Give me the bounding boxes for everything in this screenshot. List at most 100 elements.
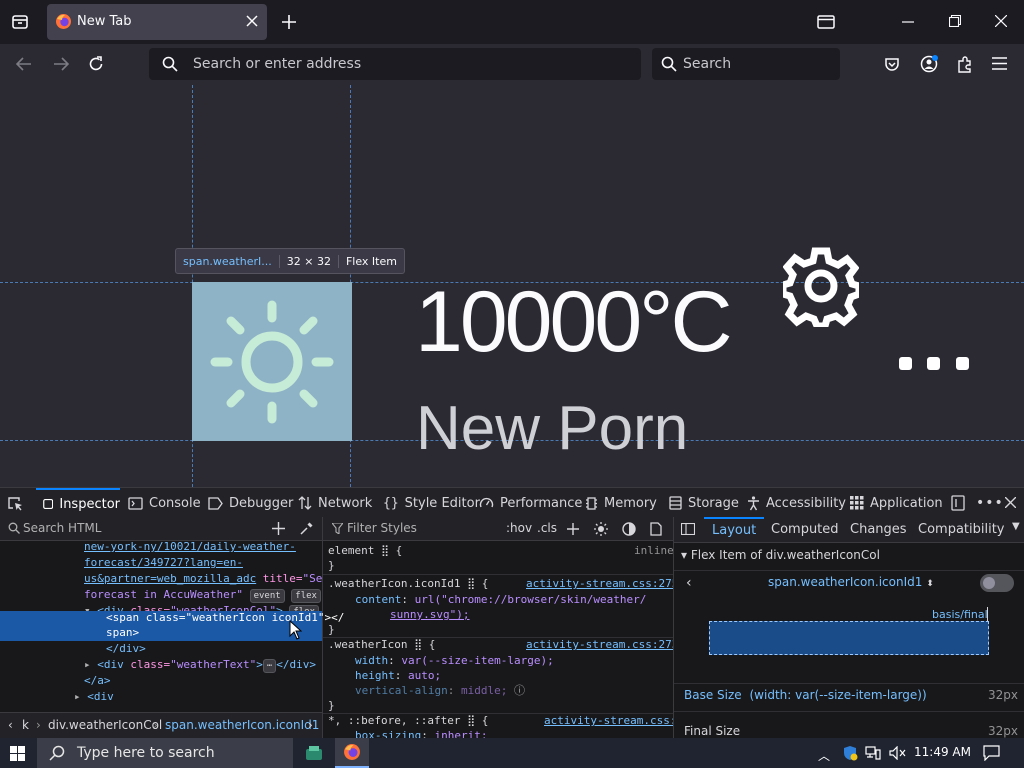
firefox-view-icon[interactable]	[10, 12, 30, 32]
back-chevron-icon[interactable]: ‹	[686, 575, 692, 591]
markup-attr: title=	[256, 572, 303, 585]
tab-memory[interactable]: Memory	[585, 488, 657, 518]
tab-layout[interactable]: Layout	[704, 517, 765, 543]
chevron-down-icon[interactable]: ▼	[1012, 521, 1020, 532]
rule-source-link[interactable]: activity-stream.css:9	[544, 713, 673, 729]
breadcrumb-item[interactable]: k	[22, 718, 29, 732]
dark-scheme-icon[interactable]	[622, 522, 636, 536]
chevron-up-icon[interactable]: ︿	[818, 747, 830, 764]
settings-gear-icon[interactable]	[783, 245, 859, 327]
flex-item-section: ▾ Flex Item of div.weatherIconCol ‹ span…	[674, 543, 1024, 739]
close-tab-icon[interactable]	[246, 15, 258, 27]
menu-icon[interactable]	[992, 57, 1007, 70]
tab-accessibility[interactable]: Accessibility	[747, 488, 846, 518]
security-shield-icon[interactable]	[842, 745, 858, 761]
crumb-prev-icon[interactable]: ‹	[8, 718, 13, 732]
select-arrows-icon: ⬍	[926, 579, 934, 589]
prop-value[interactable]: middle;	[461, 684, 507, 697]
collapse-triangle-icon[interactable]: ▸	[84, 658, 91, 671]
windows-start-icon[interactable]	[10, 746, 25, 761]
markup-link-text[interactable]: us&partner=web_mozilla_adc	[84, 572, 256, 585]
tab-storage[interactable]: Storage	[669, 488, 739, 518]
more-tools-icon[interactable]: •••	[976, 495, 1004, 511]
crumb-next-icon[interactable]: ›	[308, 718, 313, 732]
sidebar-toggle-icon[interactable]	[681, 523, 695, 535]
selected-node-row[interactable]: <span class="weatherIcon iconId1"></ spa…	[0, 611, 344, 641]
taskbar-app-icon[interactable]	[304, 743, 324, 763]
info-icon[interactable]: ⓘ	[514, 684, 525, 697]
close-devtools-icon[interactable]	[1005, 497, 1016, 508]
event-badge[interactable]: event	[249, 589, 285, 603]
prop-value[interactable]: var(--size-item-large);	[401, 654, 553, 667]
prop-name[interactable]: vertical-align	[355, 684, 448, 697]
prop-value[interactable]: sunny.svg");	[390, 607, 469, 623]
forward-arrow-icon[interactable]	[53, 57, 69, 71]
clock[interactable]: 11:49 AM	[914, 745, 971, 759]
tab-compatibility[interactable]: Compatibility	[918, 522, 1005, 537]
search-bar[interactable]: Search	[652, 48, 840, 80]
prop-value[interactable]: auto;	[408, 669, 441, 682]
ellipsis-badge[interactable]: ⋯	[262, 659, 277, 673]
responsive-design-icon[interactable]	[951, 495, 965, 511]
prop-value[interactable]: url("chrome://browser/skin/weather/	[415, 593, 647, 606]
eyedropper-icon[interactable]	[300, 522, 313, 535]
weather-icon-highlight[interactable]	[192, 282, 352, 441]
tab-style-editor[interactable]: {} Style Editor	[383, 488, 480, 518]
tooltip-kind: Flex Item	[345, 254, 397, 268]
new-tab-button[interactable]	[282, 15, 296, 29]
add-node-icon[interactable]	[272, 522, 285, 535]
element-picker-icon[interactable]	[8, 496, 23, 511]
search-html-input[interactable]: Search HTML	[23, 521, 101, 535]
filter-styles-input[interactable]: Filter Styles	[347, 521, 417, 535]
flex-badge[interactable]: flex	[291, 589, 321, 603]
prop-name[interactable]: height	[355, 669, 395, 682]
markup-link-text[interactable]: new-york-ny/10021/daily-weather-	[84, 540, 296, 553]
prop-name[interactable]: content	[355, 593, 401, 606]
markup-link-text[interactable]: forecast/349727?lang=en-	[84, 556, 243, 569]
tab-performance[interactable]: Performance	[479, 488, 582, 518]
classes-toggle[interactable]: .cls	[537, 521, 557, 535]
pocket-icon[interactable]	[884, 56, 900, 72]
back-arrow-icon[interactable]	[16, 57, 32, 71]
tab-changes[interactable]: Changes	[850, 522, 907, 537]
breadcrumb-item[interactable]: div.weatherIconCol	[48, 718, 162, 732]
tab-inspector[interactable]: Inspector	[36, 488, 120, 518]
url-bar[interactable]: Search or enter address	[149, 48, 641, 80]
collapse-triangle-icon[interactable]: ▸	[74, 690, 81, 703]
extensions-icon[interactable]	[956, 55, 974, 73]
more-options-dot[interactable]	[899, 357, 912, 370]
restore-button[interactable]	[949, 15, 961, 27]
taskbar-search-box[interactable]: Type here to search	[37, 738, 293, 768]
light-scheme-icon[interactable]	[594, 522, 608, 536]
print-media-icon[interactable]	[650, 522, 662, 536]
flex-item-select[interactable]: span.weatherIcon.iconId1	[768, 575, 922, 589]
rule-source-link[interactable]: activity-stream.css:2738	[526, 637, 673, 653]
more-options-dot[interactable]	[956, 357, 969, 370]
collapse-icon[interactable]: ▾	[681, 548, 691, 562]
tab-debugger[interactable]: Debugger	[208, 488, 293, 518]
add-rule-icon[interactable]	[567, 523, 579, 535]
notifications-icon[interactable]	[983, 745, 1000, 761]
tab-console[interactable]: Console	[128, 488, 201, 518]
rule-source-link[interactable]: activity-stream.css:2750	[526, 576, 673, 592]
taskbar-firefox-button[interactable]	[335, 738, 369, 768]
volume-muted-icon[interactable]	[889, 746, 906, 760]
hover-states-toggle[interactable]: :hov	[506, 521, 532, 535]
base-size-value: 32px	[988, 688, 1018, 702]
minimize-button[interactable]	[902, 21, 914, 23]
tab-network[interactable]: Network	[298, 488, 372, 518]
reload-icon[interactable]	[88, 56, 104, 72]
breadcrumb-item[interactable]: span.weatherIcon.iconId1	[165, 718, 319, 732]
tab-application[interactable]: Application	[850, 488, 943, 518]
markup-value: "See	[302, 572, 322, 585]
highlight-toggle[interactable]	[980, 574, 1014, 592]
prop-name[interactable]: width	[355, 654, 388, 667]
network-icon[interactable]	[865, 746, 881, 760]
account-icon[interactable]	[920, 55, 938, 73]
more-options-dot[interactable]	[927, 357, 940, 370]
tab-list-icon[interactable]	[817, 15, 835, 29]
final-size-value: 32px	[988, 724, 1018, 738]
tab-new-tab[interactable]: New Tab	[47, 4, 267, 40]
close-window-button[interactable]	[995, 15, 1007, 27]
tab-computed[interactable]: Computed	[771, 522, 839, 537]
